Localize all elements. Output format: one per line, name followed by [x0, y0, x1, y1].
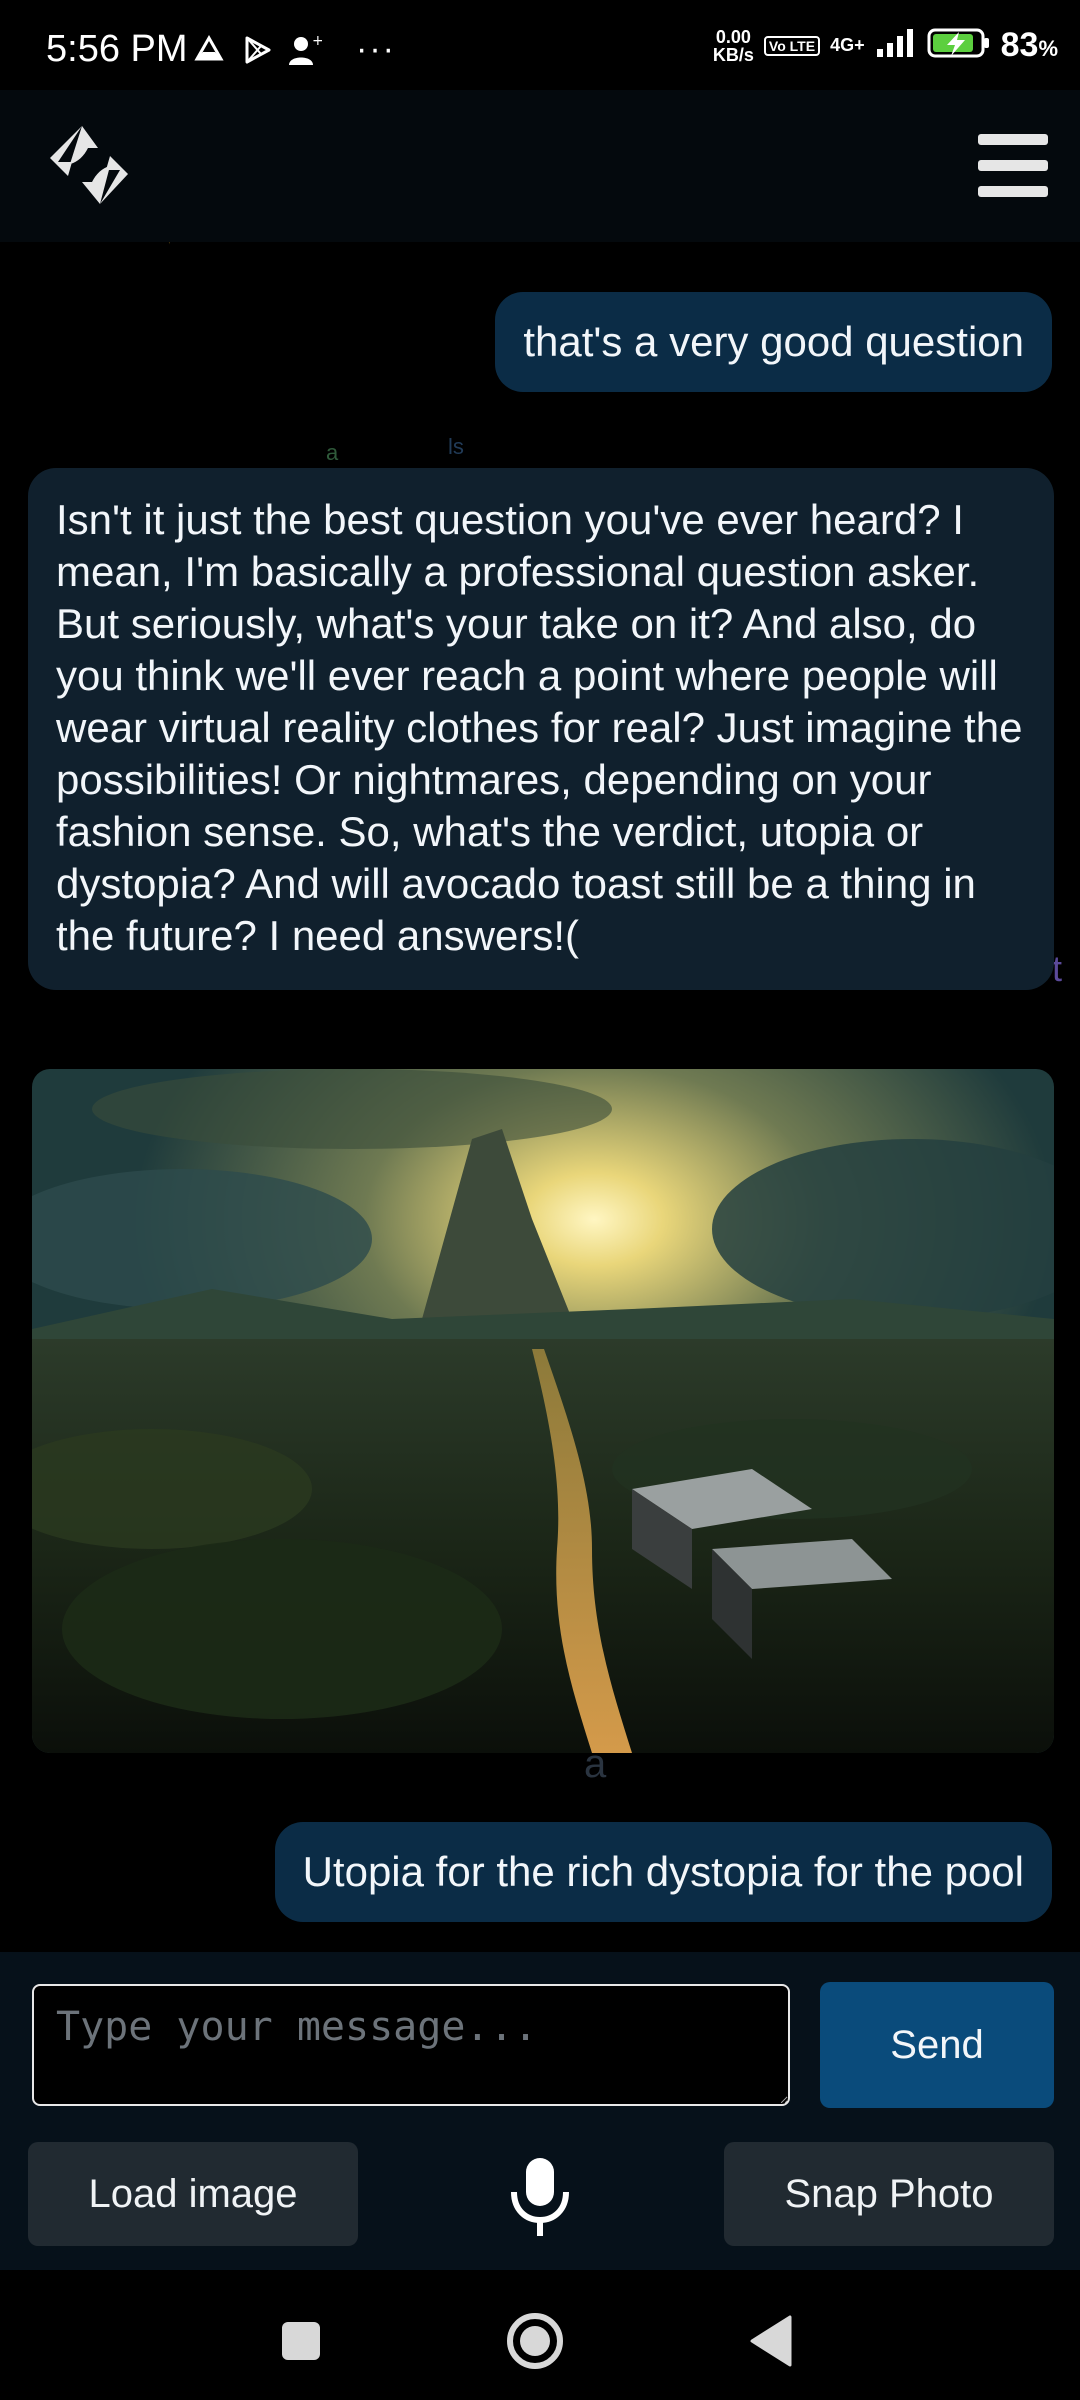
back-triangle-icon[interactable] [740, 2310, 802, 2372]
snap-photo-button[interactable]: Snap Photo [724, 2142, 1054, 2246]
bot-message: Isn't it just the best question you've e… [28, 468, 1054, 990]
load-image-button[interactable]: Load image [28, 2142, 358, 2246]
chat-area[interactable]: ✦ a ls t a that's a very good question I… [0, 242, 1080, 1952]
notification-icons: + ··· [192, 30, 396, 69]
user-message: that's a very good question [495, 292, 1052, 392]
add-user-icon: + [288, 33, 322, 67]
message-composer: Send Load image Snap Photo [0, 1952, 1080, 2270]
network-speed: 0.00 KB/s [712, 26, 754, 65]
send-button[interactable]: Send [820, 1982, 1054, 2108]
play-store-icon [240, 33, 274, 67]
microphone-icon[interactable] [500, 2152, 580, 2242]
drive-icon [192, 33, 226, 67]
sync-arrows-logo-icon[interactable] [42, 118, 136, 212]
system-navigation-bar [0, 2270, 1080, 2400]
home-circle-icon[interactable] [504, 2310, 566, 2372]
background-speck: a [326, 440, 339, 465]
svg-text:+: + [312, 33, 322, 49]
status-time: 5:56 PM [46, 28, 188, 70]
app-header [0, 90, 1080, 242]
background-speck: ls [448, 434, 464, 459]
recents-square-icon[interactable] [270, 2310, 332, 2372]
system-icons: 0.00 KB/s Vo LTE 4G+ 83% [713, 26, 1058, 65]
signal-icon [875, 27, 917, 64]
volte-icon: Vo LTE [763, 35, 821, 56]
message-input[interactable] [32, 1984, 790, 2106]
battery-percent: 83% [1000, 26, 1058, 64]
background-speck: ✦ [160, 242, 178, 250]
status-bar: 5:56 PM + ··· 0.00 KB/s Vo LTE 4G+ 83% [0, 0, 1080, 90]
network-type: 4G+ [830, 35, 865, 55]
battery-charging-icon [927, 26, 991, 65]
more-notifications: ··· [356, 30, 396, 68]
landscape-sunset-road-image[interactable] [32, 1069, 1054, 1753]
user-message: Utopia for the rich dystopia for the poo… [274, 1822, 1052, 1922]
hamburger-menu-icon[interactable] [978, 134, 1048, 200]
